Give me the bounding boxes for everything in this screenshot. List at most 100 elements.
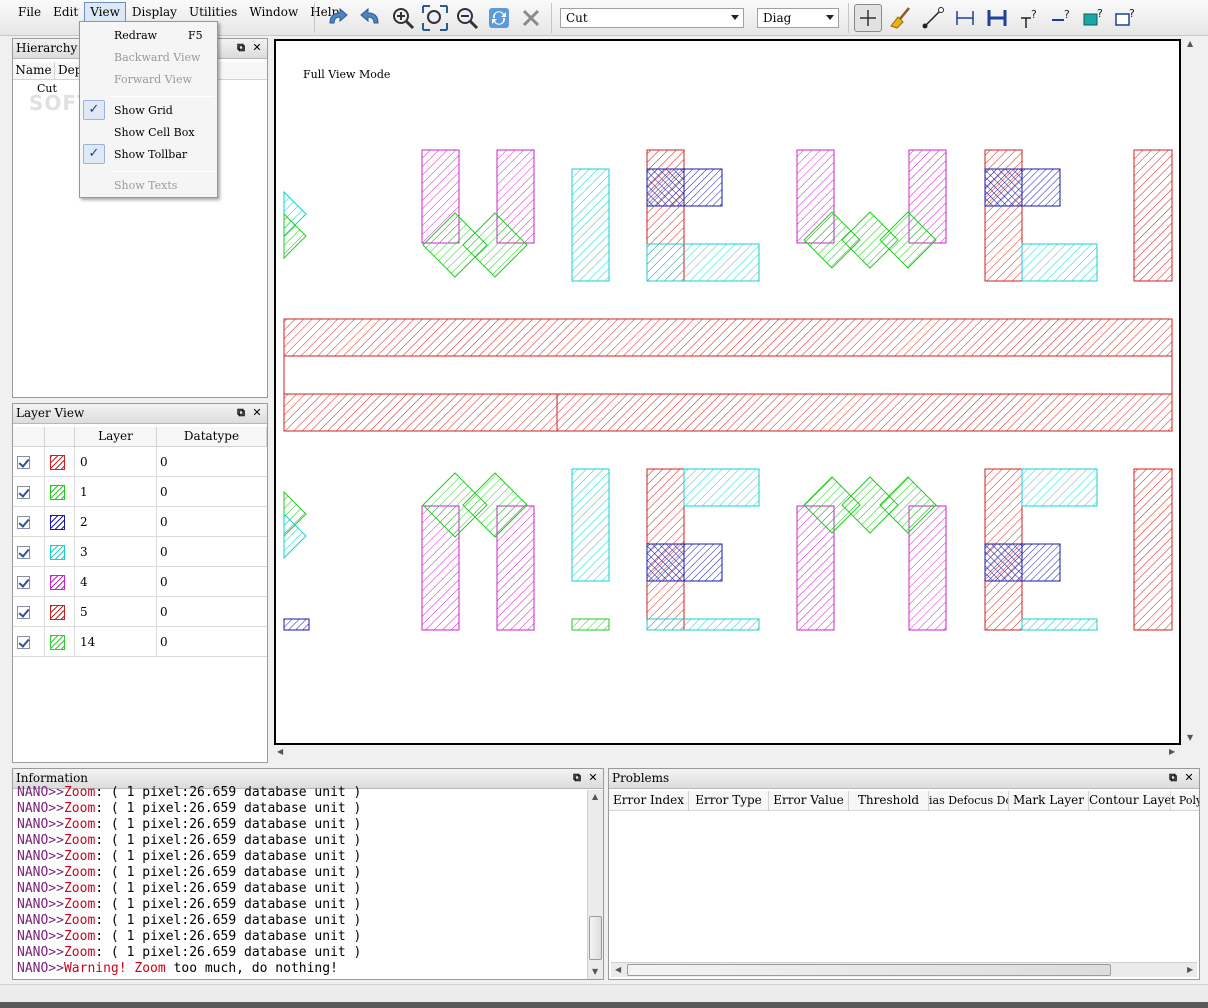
layer-visible-checkbox[interactable] (17, 576, 30, 589)
layer-visible-checkbox[interactable] (17, 636, 30, 649)
layer-row[interactable]: 14 0 (13, 627, 267, 657)
polygon-shape[interactable] (646, 543, 685, 582)
layer-color-swatch[interactable] (50, 455, 65, 470)
layer-row[interactable]: 00 (13, 447, 267, 477)
layer-color-swatch[interactable] (50, 635, 65, 650)
polygon-outline[interactable] (283, 355, 1173, 395)
scroll-down-icon[interactable]: ▼ (592, 967, 598, 976)
polygon-shape[interactable] (646, 618, 760, 631)
float-panel-icon[interactable]: ⧉ (235, 407, 247, 419)
probe-line-icon[interactable]: ? (1047, 4, 1075, 32)
polygon-shape[interactable] (571, 618, 610, 631)
canvas-horizontal-scrollbar[interactable]: ◀ ▶ (274, 746, 1181, 758)
layer-visible-checkbox[interactable] (17, 546, 30, 559)
polygon-shape[interactable] (571, 468, 610, 582)
layer-visible-checkbox[interactable] (17, 516, 30, 529)
layer-color-swatch[interactable] (50, 605, 65, 620)
layer-row[interactable]: 50 (13, 597, 267, 627)
column-header-error-value[interactable]: Error Value (769, 791, 849, 811)
float-panel-icon[interactable]: ⧉ (1167, 772, 1179, 784)
polygon-shape[interactable] (984, 168, 1023, 207)
information-scrollbar[interactable]: ▲ ▼ (587, 790, 603, 979)
close-icon[interactable]: ✕ (251, 407, 263, 419)
menu-item-show-grid[interactable]: Show Grid (114, 104, 173, 118)
menu-edit[interactable]: Edit (47, 2, 84, 22)
select-cross-icon[interactable] (854, 4, 882, 32)
column-header-name[interactable]: Name (13, 62, 55, 80)
measure-h-bold-icon[interactable] (983, 4, 1011, 32)
scroll-up-icon[interactable]: ▲ (592, 792, 598, 801)
canvas-vertical-scrollbar[interactable]: ▲ ▼ (1186, 39, 1196, 745)
broom-icon[interactable] (887, 4, 915, 32)
column-header-layer[interactable]: Layer (75, 427, 157, 447)
column-header-error-type[interactable]: Error Type (689, 791, 769, 811)
cell-combo[interactable]: Cut (560, 8, 744, 28)
polygon-shape[interactable] (556, 393, 1173, 432)
layer-visible-checkbox[interactable] (17, 486, 30, 499)
polygon-shape[interactable] (1021, 243, 1098, 282)
measure-h-icon[interactable] (951, 4, 979, 32)
column-header-threshold[interactable]: Threshold (849, 791, 929, 811)
scroll-thumb[interactable] (589, 916, 602, 960)
scroll-left-icon[interactable]: ◀ (615, 965, 621, 974)
layer-row[interactable]: 40 (13, 567, 267, 597)
scroll-right-icon[interactable]: ▶ (1187, 965, 1193, 974)
scroll-up-icon[interactable]: ▲ (1187, 39, 1193, 48)
zoom-out-icon[interactable] (453, 4, 481, 32)
layer-visible-checkbox[interactable] (17, 456, 30, 469)
information-log[interactable]: NANO>>Zoom: ( 1 pixel:26.659 database un… (17, 785, 587, 977)
polygon-shape[interactable] (1133, 468, 1173, 631)
polygon-shape[interactable] (646, 243, 760, 282)
column-header-datatype[interactable]: Datatype (157, 427, 267, 447)
scroll-thumb[interactable] (627, 964, 1111, 976)
outline-rect-icon[interactable]: ? (1111, 4, 1139, 32)
close-icon[interactable]: ✕ (251, 42, 263, 54)
layout-canvas[interactable]: Full View Mode (274, 39, 1181, 745)
layer-color-swatch[interactable] (50, 515, 65, 530)
menu-view[interactable]: View (84, 2, 126, 22)
probe-icon[interactable]: ? (1015, 4, 1043, 32)
polygon-shape[interactable] (283, 318, 1173, 357)
column-header-mark-layer[interactable]: Mark Layer (1009, 791, 1089, 811)
polygon-shape[interactable] (1133, 149, 1173, 282)
layer-color-swatch[interactable] (50, 545, 65, 560)
close-icon[interactable]: ✕ (587, 772, 599, 784)
layer-color-swatch[interactable] (50, 575, 65, 590)
zoom-fit-icon[interactable] (421, 4, 449, 32)
menu-item-show-toolbar[interactable]: Show Tollbar (114, 148, 187, 162)
polygon-shape[interactable] (283, 618, 310, 631)
scroll-right-icon[interactable]: ▶ (1169, 747, 1175, 756)
highlight-rect-icon[interactable]: ? (1079, 4, 1107, 32)
float-panel-icon[interactable]: ⧉ (571, 772, 583, 784)
polygon-shape[interactable] (1021, 618, 1098, 631)
polygon-shape[interactable] (984, 543, 1023, 582)
scroll-down-icon[interactable]: ▼ (1187, 733, 1193, 742)
problems-horizontal-scrollbar[interactable]: ◀ ▶ (611, 962, 1197, 977)
zoom-in-icon[interactable] (389, 4, 417, 32)
polygon-shape[interactable] (1021, 468, 1098, 507)
polygon-shape[interactable] (571, 168, 610, 282)
fill-pattern-combo[interactable]: Diag (757, 8, 839, 28)
column-header-error-index[interactable]: Error Index (609, 791, 689, 811)
layer-visible-checkbox[interactable] (17, 606, 30, 619)
redo-icon[interactable] (324, 4, 352, 32)
menu-utilities[interactable]: Utilities (183, 2, 243, 22)
scroll-left-icon[interactable]: ◀ (277, 747, 283, 756)
menu-file[interactable]: File (12, 2, 47, 22)
refresh-icon[interactable] (485, 4, 513, 32)
polygon-shape[interactable] (683, 468, 760, 507)
menu-window[interactable]: Window (243, 2, 304, 22)
layer-color-swatch[interactable] (50, 485, 65, 500)
undo-icon[interactable] (356, 4, 384, 32)
column-header-bias-defocus-dose[interactable]: ias Defocus Dos (929, 791, 1009, 811)
polygon-shape[interactable] (283, 393, 558, 432)
close-icon[interactable]: ✕ (1183, 772, 1195, 784)
menu-item-redraw[interactable]: Redraw F5 (114, 29, 203, 43)
column-header-contour-layer[interactable]: Contour Layer (1089, 791, 1171, 811)
menu-display[interactable]: Display (126, 2, 183, 22)
measure-line-icon[interactable] (919, 4, 947, 32)
layout-drawing[interactable] (276, 41, 1179, 743)
cancel-icon[interactable] (517, 4, 545, 32)
layer-row[interactable]: 20 (13, 507, 267, 537)
column-header-poly[interactable]: t Poly (1171, 791, 1199, 811)
